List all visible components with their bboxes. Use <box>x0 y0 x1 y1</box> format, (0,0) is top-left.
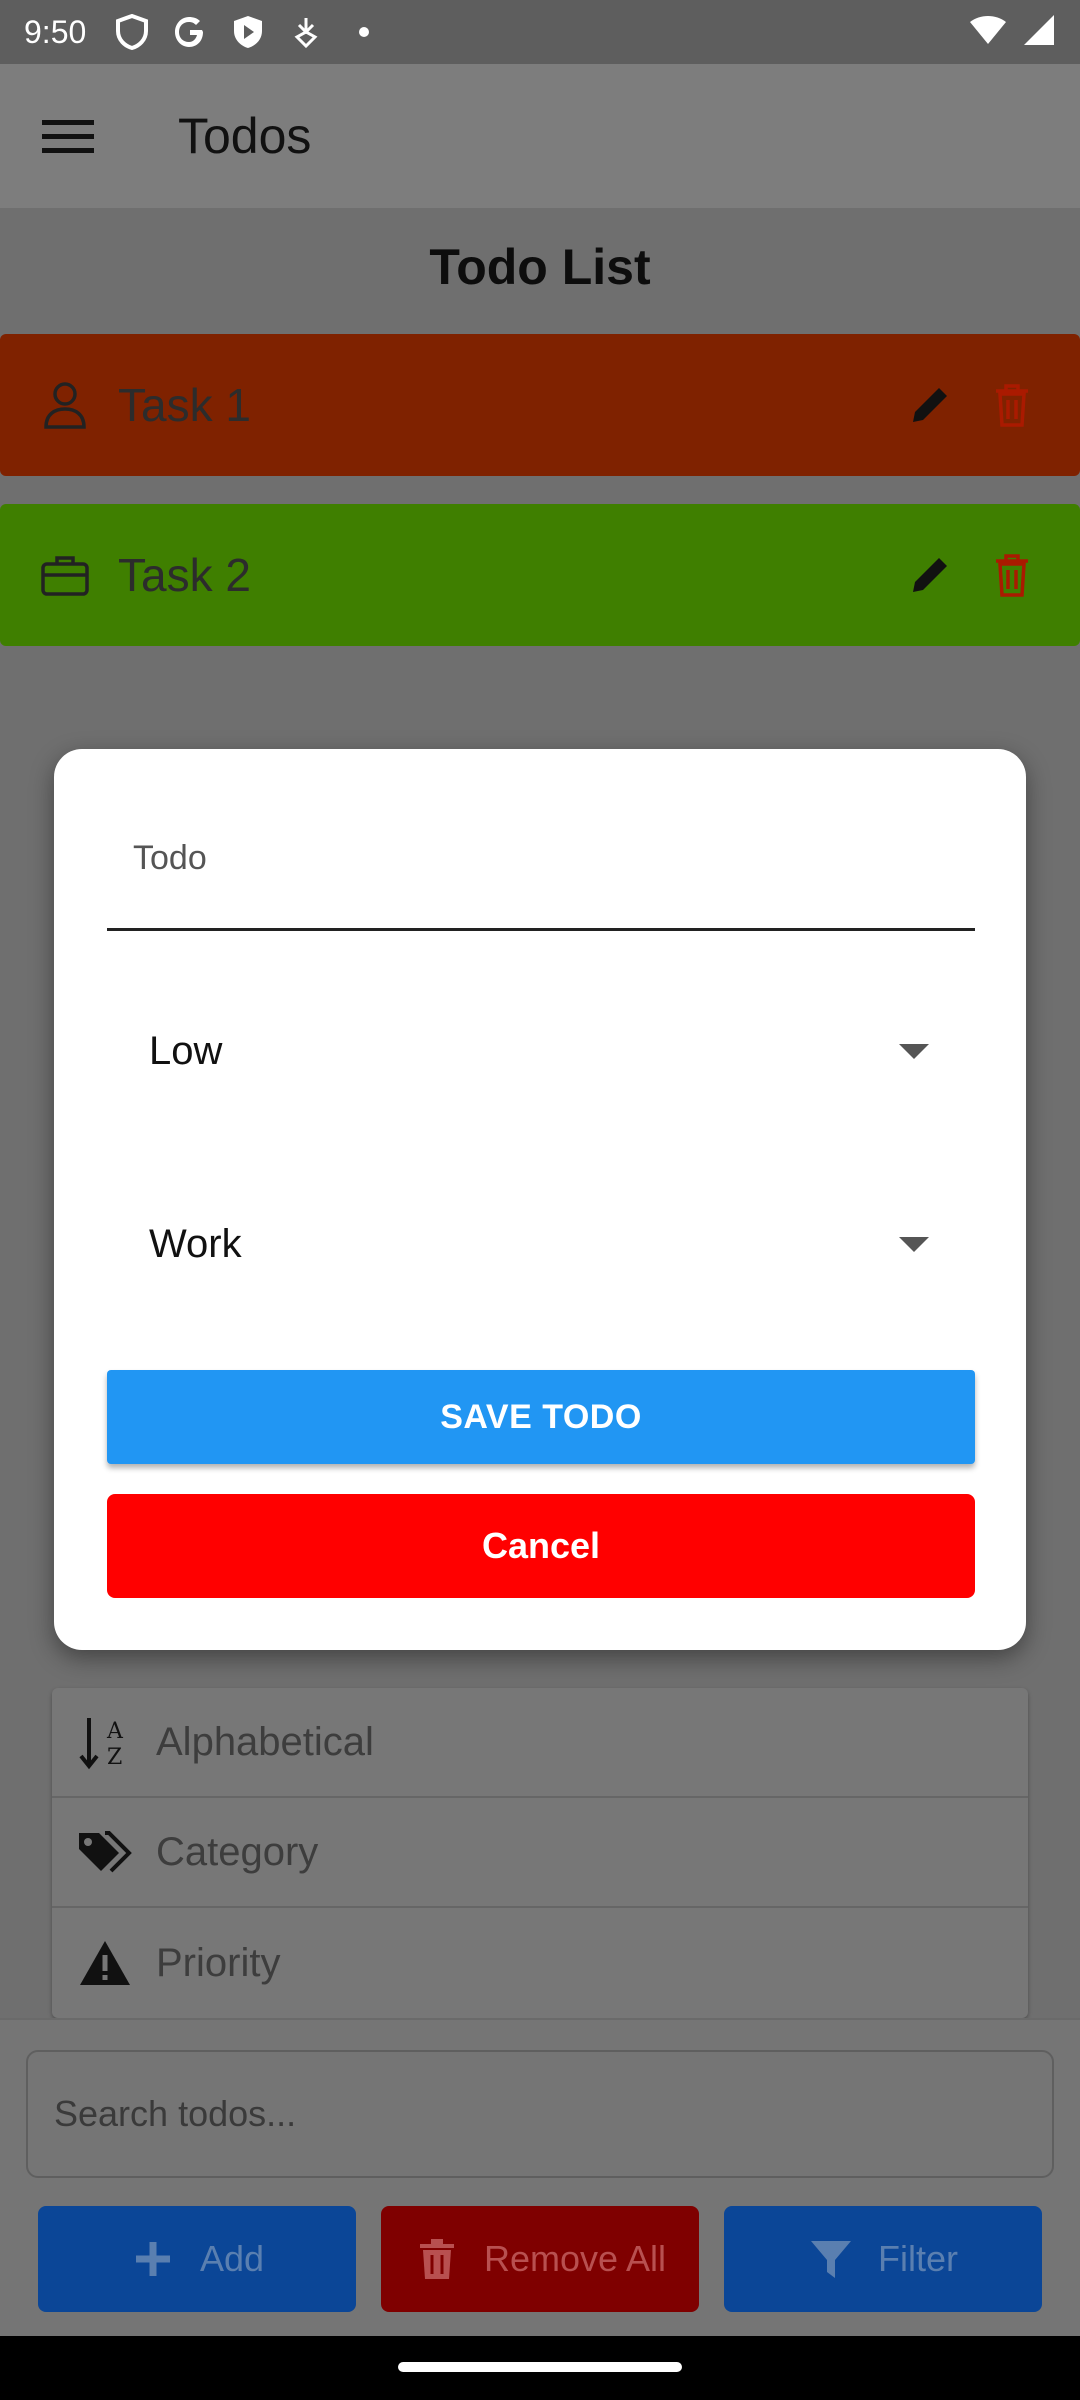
hamburger-menu-icon[interactable] <box>34 102 102 170</box>
sort-options-list: AZ Alphabetical Category Priority <box>52 1688 1028 2018</box>
signal-icon <box>1022 13 1056 52</box>
delete-icon[interactable] <box>986 379 1038 431</box>
edit-icon[interactable] <box>904 549 956 601</box>
todo-label: Task 2 <box>118 549 251 601</box>
bottom-toolbar: Search todos... Add Remove All Filter <box>0 2018 1080 2336</box>
person-icon <box>38 378 92 432</box>
add-button[interactable]: Add <box>38 2206 356 2312</box>
add-todo-dialog: Low Work SAVE TODO Cancel <box>54 749 1026 1650</box>
svg-text:Z: Z <box>107 1745 122 1770</box>
briefcase-icon <box>38 548 92 602</box>
cancel-button[interactable]: Cancel <box>107 1494 975 1598</box>
save-todo-button[interactable]: SAVE TODO <box>107 1370 975 1464</box>
todo-item[interactable]: Task 1 <box>0 334 1080 476</box>
filter-button[interactable]: Filter <box>724 2206 1042 2312</box>
edit-icon[interactable] <box>904 379 956 431</box>
todo-label: Task 1 <box>118 379 251 431</box>
app-title: Todos <box>178 108 312 164</box>
shield-icon <box>112 12 152 52</box>
dot-icon <box>344 12 384 52</box>
sort-option-priority[interactable]: Priority <box>52 1908 1028 2018</box>
caret-down-icon <box>899 1043 929 1059</box>
remove-all-button[interactable]: Remove All <box>381 2206 699 2312</box>
warning-icon <box>76 1934 134 1992</box>
category-dropdown[interactable]: Work <box>107 1189 975 1299</box>
add-label: Add <box>199 2238 265 2279</box>
sort-alpha-icon: AZ <box>76 1713 134 1771</box>
priority-dropdown[interactable]: Low <box>107 996 975 1106</box>
wifi-icon <box>968 14 1008 51</box>
home-handle[interactable] <box>398 2362 682 2372</box>
svg-text:A: A <box>106 1719 124 1744</box>
todo-item[interactable]: Task 2 <box>0 504 1080 646</box>
search-input[interactable]: Search todos... <box>26 2050 1054 2178</box>
system-nav-bar <box>0 2336 1080 2400</box>
play-shield-icon <box>228 12 268 52</box>
delete-icon[interactable] <box>986 549 1038 601</box>
sort-option-category[interactable]: Category <box>52 1798 1028 1908</box>
remove-all-label: Remove All <box>483 2238 667 2279</box>
sort-option-alphabetical[interactable]: AZ Alphabetical <box>52 1688 1028 1798</box>
priority-value: Low <box>149 1028 223 1073</box>
category-value: Work <box>149 1221 242 1266</box>
todo-input[interactable] <box>107 809 975 878</box>
status-bar: 9:50 <box>0 0 1080 64</box>
todo-field[interactable] <box>107 809 975 931</box>
status-time: 9:50 <box>24 13 87 50</box>
filter-label: Filter <box>878 2238 958 2279</box>
app-bar: Todos <box>0 64 1080 208</box>
download-icon <box>286 12 326 52</box>
list-title: Todo List <box>429 239 651 295</box>
sort-option-label: Priority <box>156 1940 281 1985</box>
tags-icon <box>76 1823 134 1881</box>
caret-down-icon <box>899 1236 929 1252</box>
plus-icon <box>130 2236 176 2282</box>
filter-icon <box>808 2236 854 2282</box>
google-icon <box>170 12 210 52</box>
trash-icon <box>414 2236 460 2282</box>
sort-option-label: Alphabetical <box>156 1719 374 1764</box>
sort-option-label: Category <box>156 1829 319 1874</box>
